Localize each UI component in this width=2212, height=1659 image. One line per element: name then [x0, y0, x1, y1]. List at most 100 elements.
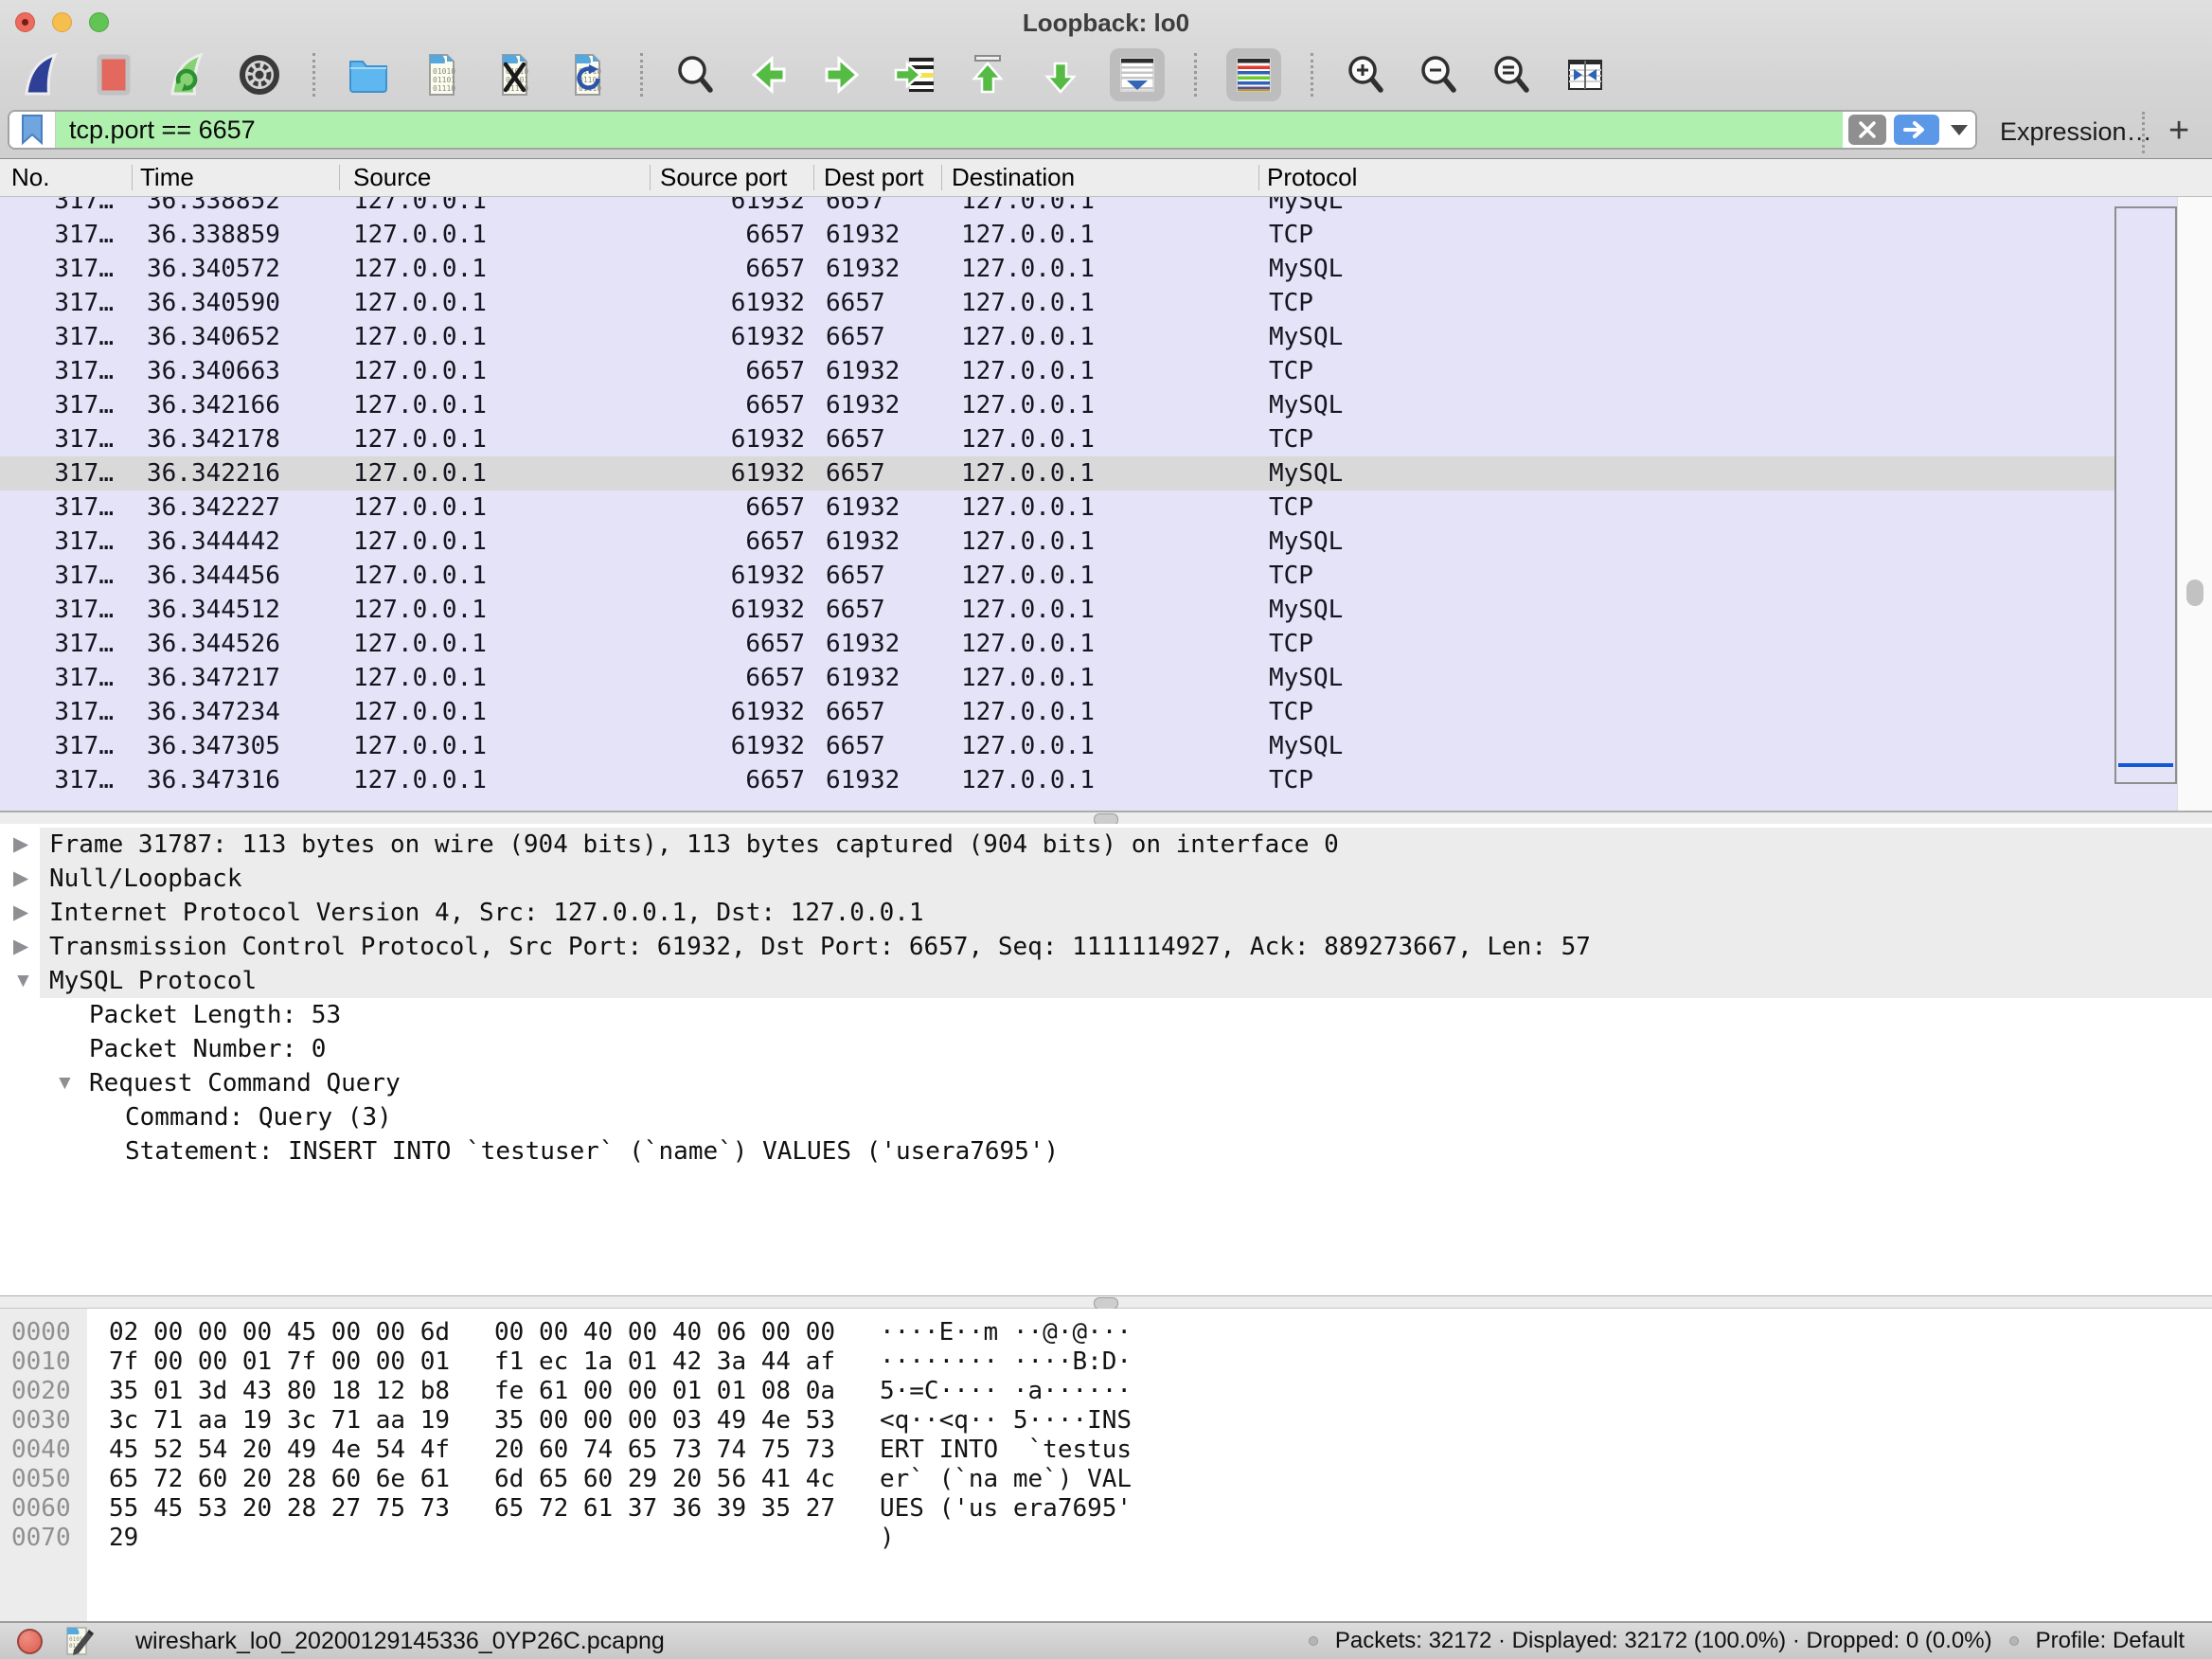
- capture-options-icon: [237, 52, 282, 98]
- hex-row[interactable]: 002035 01 3d 43 80 18 12 b8 fe 61 00 00 …: [0, 1377, 2212, 1406]
- colorize-button[interactable]: [1226, 48, 1281, 101]
- column-header-dest-port[interactable]: Dest port: [814, 159, 942, 196]
- packet-row[interactable]: 317…36.344456127.0.0.1619326657127.0.0.1…: [0, 559, 2212, 593]
- packet-row[interactable]: 317…36.347217127.0.0.1665761932127.0.0.1…: [0, 661, 2212, 695]
- expand-icon[interactable]: ▶: [13, 862, 28, 896]
- column-header-protocol[interactable]: Protocol: [1259, 159, 2212, 196]
- detail-row[interactable]: ▶Transmission Control Protocol, Src Port…: [0, 930, 2212, 964]
- autoscroll-button[interactable]: [1110, 48, 1165, 101]
- file-reload-button[interactable]: 01010 01101 01110: [563, 51, 611, 98]
- splitter-list-details[interactable]: [0, 811, 2212, 824]
- packet-row[interactable]: 317…36.344526127.0.0.1665761932127.0.0.1…: [0, 627, 2212, 661]
- profile-indicator[interactable]: Profile: Default: [2036, 1628, 2185, 1654]
- hex-row[interactable]: 00107f 00 00 01 7f 00 00 01 f1 ec 1a 01 …: [0, 1347, 2212, 1377]
- detail-row[interactable]: ▼MySQL Protocol: [0, 964, 2212, 998]
- packet-list-scrollbar-thumb[interactable]: [2186, 580, 2203, 606]
- column-header-no[interactable]: No.: [0, 159, 133, 196]
- filter-value[interactable]: tcp.port == 6657: [56, 112, 1843, 148]
- filter-clear-button[interactable]: [1848, 115, 1886, 145]
- column-header-destination[interactable]: Destination: [942, 159, 1259, 196]
- collapse-icon[interactable]: ▼: [13, 964, 33, 998]
- capture-stop-button[interactable]: [90, 51, 137, 98]
- filter-bookmark-icon[interactable]: [9, 112, 56, 148]
- hex-bytes-and-ascii: 45 52 54 20 49 4e 54 4f 20 60 74 65 73 7…: [109, 1436, 1132, 1465]
- packet-row[interactable]: 317…36.342166127.0.0.1665761932127.0.0.1…: [0, 388, 2212, 422]
- file-close-button[interactable]: 01010 01101 01110: [491, 51, 538, 98]
- packet-row-selected[interactable]: 317…36.342216127.0.0.1619326657127.0.0.1…: [0, 456, 2212, 491]
- capture-comment-icon[interactable]: 0101 0110: [63, 1625, 96, 1657]
- cell-source: 127.0.0.1: [340, 252, 651, 286]
- packet-row[interactable]: 317…36.344512127.0.0.1619326657127.0.0.1…: [0, 593, 2212, 627]
- packet-row[interactable]: 317…36.340572127.0.0.1665761932127.0.0.1…: [0, 252, 2212, 286]
- column-header-source[interactable]: Source: [340, 159, 651, 196]
- zoom-out-button[interactable]: [1416, 51, 1463, 98]
- splitter-details-hex[interactable]: [0, 1295, 2212, 1309]
- filter-apply-button[interactable]: [1894, 115, 1939, 145]
- packet-row[interactable]: 317…36.342227127.0.0.1665761932127.0.0.1…: [0, 491, 2212, 525]
- capture-filename[interactable]: wireshark_lo0_20200129145336_0YP26C.pcap…: [135, 1628, 665, 1655]
- packet-list-minimap[interactable]: [2114, 206, 2177, 784]
- expand-icon[interactable]: ▶: [13, 896, 28, 930]
- go-to-packet-button[interactable]: [891, 51, 938, 98]
- detail-row[interactable]: ▶Internet Protocol Version 4, Src: 127.0…: [0, 896, 2212, 930]
- packet-row[interactable]: 317…36.340663127.0.0.1665761932127.0.0.1…: [0, 354, 2212, 388]
- cell-time: 36.347234: [133, 695, 340, 729]
- titlebar[interactable]: Loopback: lo0: [0, 0, 2212, 44]
- find-packet-button[interactable]: [672, 51, 720, 98]
- packet-row[interactable]: 317…36.347305127.0.0.1619326657127.0.0.1…: [0, 729, 2212, 763]
- cell-source: 127.0.0.1: [340, 456, 651, 491]
- hex-row[interactable]: 006055 45 53 20 28 27 75 73 65 72 61 37 …: [0, 1494, 2212, 1524]
- detail-row[interactable]: Statement: INSERT INTO `testuser` (`name…: [0, 1134, 2212, 1168]
- column-header-time[interactable]: Time: [133, 159, 340, 196]
- file-save-button[interactable]: 01010 01101 01110: [418, 51, 465, 98]
- file-open-button[interactable]: [345, 51, 392, 98]
- zoom-in-button[interactable]: [1343, 51, 1390, 98]
- detail-row[interactable]: ▼Request Command Query: [0, 1066, 2212, 1100]
- expert-info-icon[interactable]: [17, 1629, 43, 1654]
- detail-row[interactable]: ▶Null/Loopback: [0, 862, 2212, 896]
- hex-row[interactable]: 007029 ): [0, 1524, 2212, 1553]
- zoom-reset-button[interactable]: [1489, 51, 1536, 98]
- add-filter-button[interactable]: +: [2168, 106, 2189, 159]
- cell-destination: 127.0.0.1: [942, 661, 1259, 695]
- hex-offset: 0040: [11, 1436, 71, 1465]
- detail-row[interactable]: ▶Frame 31787: 113 bytes on wire (904 bit…: [0, 828, 2212, 862]
- packet-row[interactable]: 317…36.338852127.0.0.1619326657127.0.0.1…: [0, 197, 2212, 218]
- expand-icon[interactable]: ▶: [13, 828, 28, 862]
- cell-time: 36.342178: [133, 422, 340, 456]
- expand-icon[interactable]: ▶: [13, 930, 28, 964]
- packet-row[interactable]: 317…36.347316127.0.0.1665761932127.0.0.1…: [0, 763, 2212, 797]
- go-forward-button[interactable]: [818, 51, 865, 98]
- packet-row[interactable]: 317…36.347234127.0.0.1619326657127.0.0.1…: [0, 695, 2212, 729]
- packet-row[interactable]: 317…36.340590127.0.0.1619326657127.0.0.1…: [0, 286, 2212, 320]
- hex-row[interactable]: 000002 00 00 00 45 00 00 6d 00 00 40 00 …: [0, 1318, 2212, 1347]
- hex-row[interactable]: 005065 72 60 20 28 60 6e 61 6d 65 60 29 …: [0, 1465, 2212, 1494]
- detail-row[interactable]: Packet Length: 53: [0, 998, 2212, 1032]
- capture-options-button[interactable]: [236, 51, 283, 98]
- column-header-source-port[interactable]: Source port: [651, 159, 814, 196]
- capture-start-button[interactable]: [17, 51, 64, 98]
- hex-row[interactable]: 00303c 71 aa 19 3c 71 aa 19 35 00 00 00 …: [0, 1406, 2212, 1436]
- go-back-button[interactable]: [745, 51, 793, 98]
- cell-destination: 127.0.0.1: [942, 456, 1259, 491]
- detail-text: Statement: INSERT INTO `testuser` (`name…: [125, 1134, 1059, 1168]
- file-open-icon: [346, 52, 391, 98]
- detail-row[interactable]: Command: Query (3): [0, 1100, 2212, 1134]
- packet-row[interactable]: 317…36.342178127.0.0.1619326657127.0.0.1…: [0, 422, 2212, 456]
- resize-columns-button[interactable]: [1561, 51, 1609, 98]
- filter-history-dropdown-icon[interactable]: [1951, 125, 1968, 135]
- go-first-button[interactable]: [964, 51, 1011, 98]
- packet-row[interactable]: 317…36.338859127.0.0.1665761932127.0.0.1…: [0, 218, 2212, 252]
- display-filter-input[interactable]: tcp.port == 6657: [8, 110, 1977, 150]
- cell-protocol: MySQL: [1259, 252, 2212, 286]
- collapse-icon[interactable]: ▼: [55, 1066, 75, 1100]
- capture-restart-button[interactable]: [163, 51, 210, 98]
- hex-row[interactable]: 0040 45 52 54 20 49 4e 54 4f 20 60 74 65 …: [0, 1436, 2212, 1465]
- expression-button[interactable]: Expression…: [2000, 106, 2152, 159]
- packet-list-scrollbar[interactable]: [2177, 197, 2212, 811]
- cell-dst_port: 61932: [814, 763, 942, 797]
- detail-row[interactable]: Packet Number: 0: [0, 1032, 2212, 1066]
- packet-row[interactable]: 317…36.344442127.0.0.1665761932127.0.0.1…: [0, 525, 2212, 559]
- go-last-button[interactable]: [1037, 51, 1084, 98]
- packet-row[interactable]: 317…36.340652127.0.0.1619326657127.0.0.1…: [0, 320, 2212, 354]
